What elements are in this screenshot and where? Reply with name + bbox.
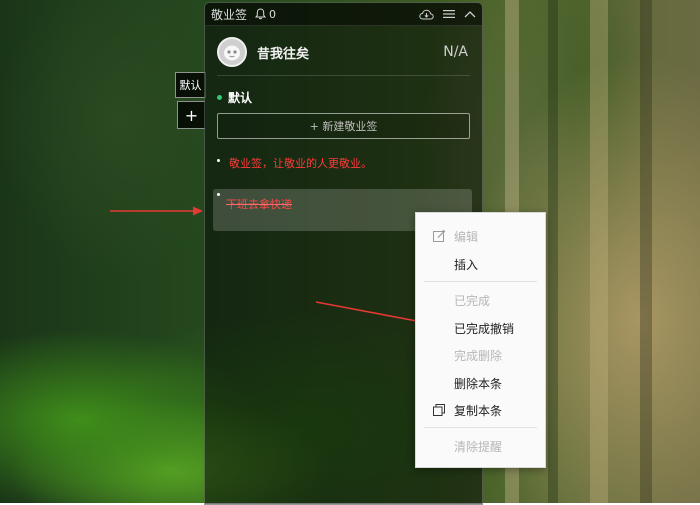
menu-item-delete[interactable]: 删除本条 (416, 372, 545, 394)
menu-item-label: 清除提醒 (454, 439, 503, 454)
menu-item-complete[interactable]: 已完成 (416, 289, 545, 311)
edit-icon (433, 229, 446, 242)
app-title: 敬业签 (211, 7, 248, 22)
note-text: 下班去拿快递 (226, 198, 292, 211)
menu-item-label: 复制本条 (454, 403, 503, 418)
bark-shadow (640, 0, 652, 503)
hamburger-icon (443, 10, 455, 18)
chevron-up-icon (464, 11, 476, 18)
reminder-indicator[interactable]: 0 (255, 8, 276, 21)
new-note-button[interactable]: + 新建敬业签 (217, 113, 470, 139)
group-header: 默认 (217, 89, 252, 106)
cloud-sync-button[interactable] (419, 9, 434, 20)
menu-item-clear-reminder[interactable]: 清除提醒 (416, 435, 545, 457)
menu-item-label: 编辑 (454, 229, 479, 244)
menu-separator (424, 427, 537, 428)
menu-item-label: 插入 (454, 257, 479, 272)
divider (217, 75, 470, 76)
avatar[interactable] (217, 37, 247, 67)
cloud-icon (419, 9, 434, 19)
menu-item-edit[interactable]: 编辑 (416, 225, 545, 247)
bell-icon (255, 8, 267, 20)
bark-highlight (590, 0, 608, 503)
menu-item-undo-complete[interactable]: 已完成撤销 (416, 317, 545, 339)
reminder-count: 0 (269, 7, 277, 21)
bullet-icon (217, 193, 220, 196)
user-status: N/A (443, 44, 468, 60)
avatar-icon (224, 45, 240, 61)
group-dot-icon (217, 95, 222, 100)
menu-item-insert[interactable]: 插入 (416, 253, 545, 275)
menu-button[interactable] (443, 9, 455, 19)
menu-separator (424, 281, 537, 282)
plus-icon: + (184, 105, 199, 125)
menu-item-copy[interactable]: 复制本条 (416, 399, 545, 421)
note-item[interactable]: 敬业签，让敬业的人更敬业。 (217, 155, 372, 171)
bullet-icon (217, 158, 220, 162)
collapse-button[interactable] (464, 10, 476, 18)
note-text: 敬业签，让敬业的人更敬业。 (229, 157, 372, 170)
user-row: 昔我往矣 N/A (217, 35, 470, 69)
group-tab-label: 默认 (179, 79, 202, 92)
group-title: 默认 (228, 91, 253, 105)
bark-shadow (548, 0, 558, 503)
menu-item-label: 已完成 (454, 293, 491, 308)
copy-icon (433, 404, 445, 416)
username: 昔我往矣 (257, 46, 310, 62)
menu-item-label: 已完成撤销 (454, 321, 515, 336)
context-menu: 编辑 插入 已完成 已完成撤销 完成删除 删除本条 复制本条 清除提醒 (415, 212, 546, 468)
add-group-button[interactable]: + (177, 101, 205, 129)
menu-item-label: 删除本条 (454, 376, 503, 391)
menu-item-complete-delete[interactable]: 完成删除 (416, 344, 545, 366)
title-bar: 敬业签 0 (205, 3, 482, 26)
group-tab-default[interactable]: 默认 (175, 72, 206, 98)
menu-item-label: 完成删除 (454, 348, 503, 363)
